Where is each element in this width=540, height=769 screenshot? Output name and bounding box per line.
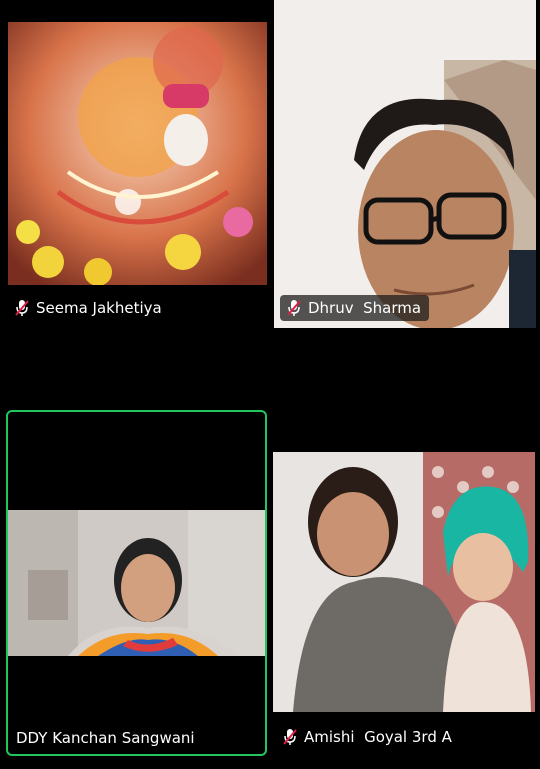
- participant-tile-amishi[interactable]: Amishi Goyal 3rd A: [270, 410, 540, 756]
- microphone-muted-icon: [15, 300, 29, 316]
- participant-tile-dhruv[interactable]: Dhruv Sharma: [270, 0, 540, 330]
- video-feed-boy: [274, 0, 536, 328]
- participant-name: Dhruv Sharma: [308, 299, 422, 317]
- participant-name: Seema Jakhetiya: [36, 299, 162, 317]
- participant-name: Amishi Goyal 3rd A: [304, 728, 452, 746]
- microphone-muted-icon: [287, 300, 301, 316]
- video-feed-children: [273, 452, 535, 712]
- active-speaker-border: [6, 410, 267, 756]
- participant-name-label: Amishi Goyal 3rd A: [282, 728, 452, 746]
- participant-name-label: Seema Jakhetiya: [14, 299, 162, 317]
- participant-name-label: Dhruv Sharma: [280, 295, 430, 321]
- video-feed-deity-image: [8, 22, 267, 285]
- participant-tile-seema[interactable]: Seema Jakhetiya: [0, 0, 270, 330]
- microphone-muted-icon: [283, 729, 297, 745]
